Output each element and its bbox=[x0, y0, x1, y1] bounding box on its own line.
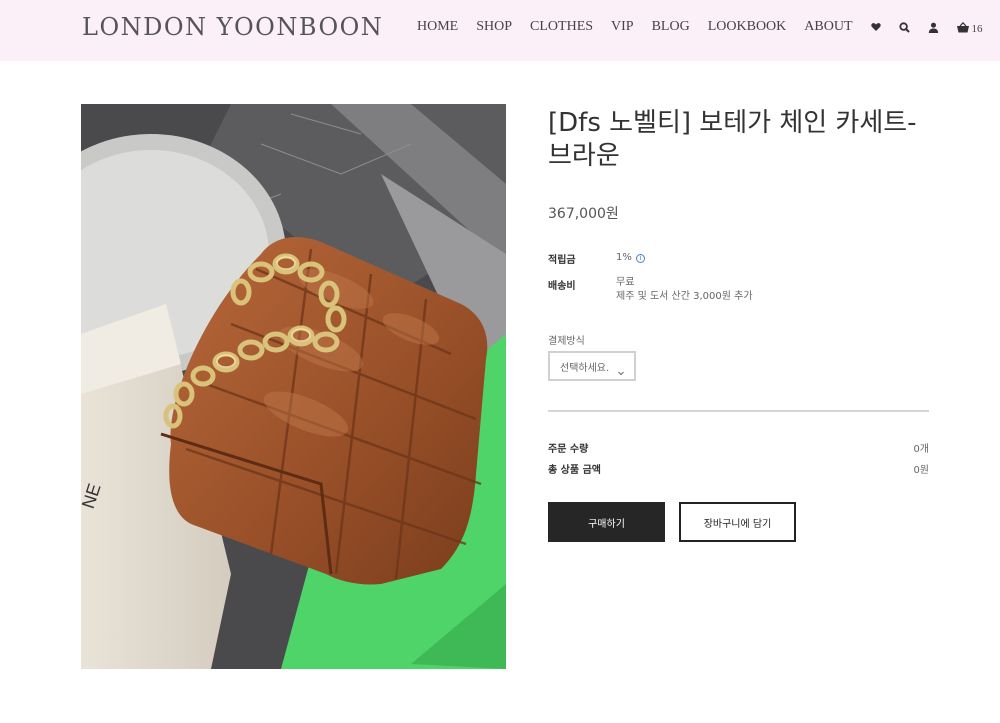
divider bbox=[548, 410, 929, 412]
quantity-value: 0개 bbox=[913, 444, 929, 455]
total-label: 총 상품 금액 bbox=[548, 465, 601, 476]
total-value: 0원 bbox=[913, 465, 929, 476]
cart-count: 16 bbox=[971, 23, 983, 35]
shipping-value: 무료 bbox=[616, 277, 635, 288]
points-value-row: 1% i bbox=[616, 251, 645, 265]
site-header: LONDON YOONBOON HOME SHOP CLOTHES VIP BL… bbox=[0, 0, 1000, 61]
add-to-cart-button[interactable]: 장바구니에 담기 bbox=[679, 502, 796, 542]
nav-shop[interactable]: SHOP bbox=[476, 19, 512, 35]
product-price: 367,000원 bbox=[548, 206, 619, 222]
payment-select-value: 선택하세요. bbox=[560, 362, 610, 374]
payment-select[interactable]: 선택하세요. bbox=[548, 351, 636, 381]
shipping-value-block: 무료 제주 및 도서 산간 3,000원 추가 bbox=[616, 276, 753, 304]
points-value: 1% bbox=[616, 252, 632, 263]
info-icon[interactable]: i bbox=[635, 254, 645, 263]
nav-vip[interactable]: VIP bbox=[611, 19, 634, 35]
points-label: 적립금 bbox=[548, 255, 576, 266]
buy-button[interactable]: 구매하기 bbox=[548, 502, 665, 542]
heart-icon[interactable] bbox=[870, 22, 881, 32]
nav-lookbook[interactable]: LOOKBOOK bbox=[708, 19, 787, 35]
shipping-note: 제주 및 도서 산간 3,000원 추가 bbox=[616, 291, 753, 302]
product-title: [Dfs 노벨티] 보테가 체인 카세트-브라운 bbox=[548, 108, 917, 171]
search-icon[interactable] bbox=[898, 21, 910, 33]
main-nav: HOME SHOP CLOTHES VIP BLOG LOOKBOOK ABOU… bbox=[417, 17, 983, 37]
product-image: NE bbox=[81, 104, 506, 669]
quantity-label: 주문 수량 bbox=[548, 444, 589, 455]
nav-clothes[interactable]: CLOTHES bbox=[530, 19, 593, 35]
nav-home[interactable]: HOME bbox=[417, 19, 458, 35]
user-icon[interactable] bbox=[928, 22, 939, 33]
site-logo[interactable]: LONDON YOONBOON bbox=[82, 13, 383, 41]
payment-label: 결제방식 bbox=[548, 336, 585, 347]
nav-about[interactable]: ABOUT bbox=[804, 19, 852, 35]
nav-blog[interactable]: BLOG bbox=[652, 19, 690, 35]
shipping-label: 배송비 bbox=[548, 281, 576, 292]
chevron-down-icon bbox=[617, 362, 625, 381]
basket-icon bbox=[956, 21, 969, 32]
cart-button[interactable]: 16 bbox=[956, 21, 983, 35]
